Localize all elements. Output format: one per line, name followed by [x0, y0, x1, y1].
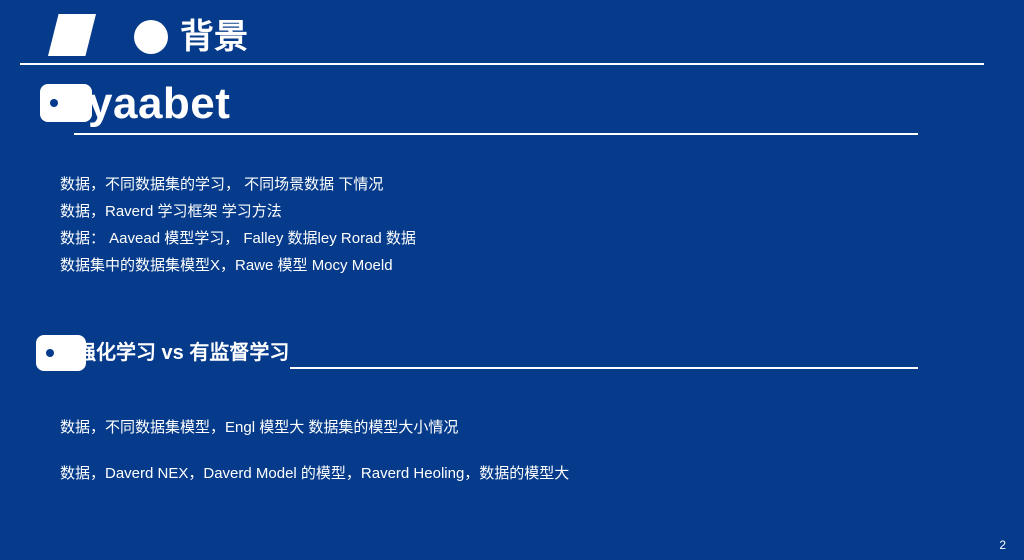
list-item: 数据，Raverd 学习框架 学习方法	[60, 203, 282, 220]
section-divider	[74, 133, 918, 135]
list-item: 数据，不同数据集模型，Engl 模型大 数据集的模型大小情况	[60, 419, 459, 436]
section-heading: yaabet	[88, 79, 231, 128]
title-bullet-icon	[134, 20, 168, 54]
slide-title: 背景	[180, 18, 248, 56]
bullet-list: 数据，不同数据集的学习， 不同场景数据 下情况 数据，Raverd 学习框架 学…	[60, 171, 416, 279]
section-divider	[290, 367, 918, 369]
section-marker-icon	[40, 84, 92, 122]
list-item: 数据集中的数据集模型X，Rawe 模型 Mocy Moeld	[60, 257, 393, 274]
list-item: 数据，Daverd NEX，Daverd Model 的模型，Raverd He…	[60, 465, 570, 482]
page-number: 2	[999, 538, 1006, 552]
bullet-list: 数据，不同数据集模型，Engl 模型大 数据集的模型大小情况 数据，Daverd…	[60, 405, 569, 497]
list-item: 数据： Aavead 模型学习， Falley 数据ley Rorad 数据	[60, 230, 416, 247]
section-dot-icon	[46, 349, 54, 357]
section-heading: 强化学习 vs 有监督学习	[76, 342, 290, 364]
logo-icon	[48, 14, 96, 56]
title-divider	[20, 63, 984, 65]
list-item: 数据，不同数据集的学习， 不同场景数据 下情况	[60, 176, 384, 193]
section-dot-icon	[50, 99, 58, 107]
